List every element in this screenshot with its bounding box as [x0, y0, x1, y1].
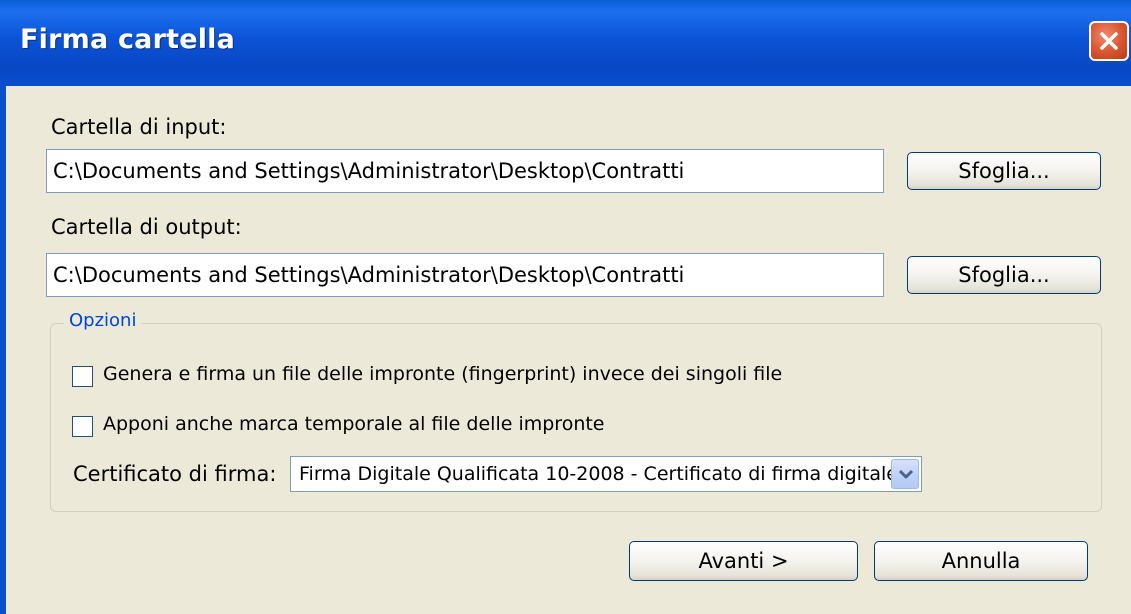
- next-button[interactable]: Avanti >: [629, 541, 858, 581]
- window-title: Firma cartella: [20, 24, 236, 55]
- input-folder-field[interactable]: C:\Documents and Settings\Administrator\…: [46, 149, 884, 193]
- close-icon: [1100, 32, 1118, 50]
- options-group-title: Opzioni: [64, 310, 142, 331]
- title-bar[interactable]: Firma cartella: [0, 0, 1131, 86]
- fingerprint-checkbox[interactable]: [72, 366, 93, 387]
- output-folder-label: Cartella di output:: [51, 215, 242, 239]
- certificate-label: Certificato di firma:: [73, 462, 277, 486]
- dialog-body: Cartella di input: C:\Documents and Sett…: [6, 86, 1131, 614]
- certificate-selected-value: Firma Digitale Qualificata 10-2008 - Cer…: [299, 463, 898, 485]
- close-button[interactable]: [1089, 21, 1129, 61]
- browse-output-button[interactable]: Sfoglia...: [907, 256, 1101, 294]
- cancel-button[interactable]: Annulla: [874, 541, 1088, 581]
- certificate-dropdown-button[interactable]: [891, 459, 919, 489]
- input-folder-label: Cartella di input:: [51, 115, 227, 139]
- timestamp-checkbox[interactable]: [72, 416, 93, 437]
- browse-input-button[interactable]: Sfoglia...: [907, 152, 1101, 190]
- output-folder-field[interactable]: C:\Documents and Settings\Administrator\…: [46, 253, 884, 297]
- fingerprint-label: Genera e firma un file delle impronte (f…: [103, 363, 783, 385]
- certificate-select[interactable]: Firma Digitale Qualificata 10-2008 - Cer…: [290, 456, 922, 492]
- timestamp-label: Apponi anche marca temporale al file del…: [103, 413, 605, 435]
- chevron-down-icon: [898, 469, 914, 479]
